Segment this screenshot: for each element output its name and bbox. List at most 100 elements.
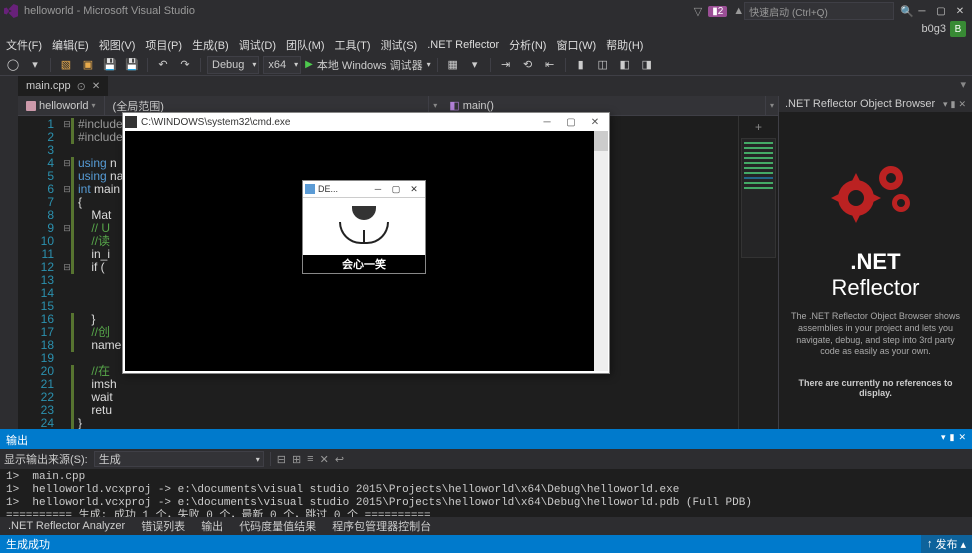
tool-icon-6[interactable]: ◨: [638, 56, 656, 74]
title-bar: helloworld - Microsoft Visual Studio ▽ ▮…: [0, 0, 972, 22]
menu-build[interactable]: 生成(B): [192, 37, 229, 53]
menu-test[interactable]: 测试(S): [381, 37, 418, 53]
tab-pin-icon[interactable]: ⊙: [77, 80, 86, 93]
undo-icon[interactable]: ↶: [154, 56, 172, 74]
panel-dropdown-icon[interactable]: ▾: [943, 99, 948, 110]
image-titlebar[interactable]: DE... ─ ▢ ✕: [303, 181, 425, 197]
menu-tools[interactable]: 工具(T): [335, 37, 371, 53]
cmd-titlebar[interactable]: C:\WINDOWS\system32\cmd.exe ─ ▢ ✕: [123, 113, 609, 131]
reflector-logo: [801, 143, 951, 243]
tab-main-cpp[interactable]: main.cpp ⊙ ✕: [18, 76, 108, 96]
reflector-brand: .NETReflector: [831, 249, 919, 301]
vs-icon: [4, 4, 18, 18]
panel-title: .NET Reflector Object Browser: [785, 98, 935, 110]
status-text: 生成成功: [6, 536, 50, 552]
output-tool-icon[interactable]: ⊟: [277, 453, 286, 466]
minimap[interactable]: +: [738, 116, 778, 429]
tab-dropdown-icon[interactable]: ▾: [954, 76, 972, 96]
step-icon-3[interactable]: ⇤: [541, 56, 559, 74]
menu-help[interactable]: 帮助(H): [606, 37, 643, 53]
image-title: DE...: [318, 184, 338, 194]
image-window[interactable]: DE... ─ ▢ ✕ 会心一笑: [302, 180, 426, 274]
save-icon[interactable]: 💾: [101, 56, 119, 74]
bottom-tabstrip: .NET Reflector Analyzer 错误列表 输出 代码度量值结果 …: [0, 517, 972, 535]
image-close-button[interactable]: ✕: [405, 184, 423, 195]
user-name[interactable]: b0g3: [922, 23, 946, 35]
publish-button[interactable]: ↑ 发布 ▴: [921, 535, 972, 553]
add-icon[interactable]: +: [741, 120, 776, 134]
step-icon[interactable]: ⇥: [497, 56, 515, 74]
tab-close-icon[interactable]: ✕: [92, 81, 100, 92]
flag-icon[interactable]: ▲: [733, 5, 744, 17]
step-icon-2[interactable]: ⟲: [519, 56, 537, 74]
reflector-noref: There are currently no references to dis…: [789, 378, 962, 398]
tab-error-list[interactable]: 错误列表: [133, 518, 193, 534]
tool-icon-2[interactable]: ▾: [466, 56, 484, 74]
panel-close-icon[interactable]: ✕: [958, 99, 966, 110]
output-clear-icon[interactable]: ✕: [320, 453, 329, 466]
redo-icon[interactable]: ↷: [176, 56, 194, 74]
start-debug-button[interactable]: ▶本地 Windows 调试器▾: [305, 57, 430, 73]
search-icon[interactable]: 🔍: [900, 5, 914, 18]
cmd-icon: [125, 116, 137, 128]
menu-view[interactable]: 视图(V): [99, 37, 136, 53]
save-all-icon[interactable]: 💾: [123, 56, 141, 74]
output-title: 输出: [6, 432, 28, 448]
menu-window[interactable]: 窗口(W): [556, 37, 596, 53]
bookmark-icon[interactable]: ▮: [572, 56, 590, 74]
reflector-desc: The .NET Reflector Object Browser shows …: [789, 311, 962, 358]
minimize-button[interactable]: ─: [914, 6, 930, 17]
output-close-icon[interactable]: ✕: [958, 432, 966, 448]
output-tool-icon-3[interactable]: ≡: [307, 453, 313, 465]
feedback-icon[interactable]: ▽: [694, 5, 702, 18]
menu-team[interactable]: 团队(M): [286, 37, 325, 53]
nav-back-icon[interactable]: ◯: [4, 56, 22, 74]
menu-edit[interactable]: 编辑(E): [52, 37, 89, 53]
window-title: helloworld - Microsoft Visual Studio: [24, 5, 195, 17]
nav-fwd-icon[interactable]: ▾: [26, 56, 44, 74]
menu-debug[interactable]: 调试(D): [239, 37, 276, 53]
output-panel: 输出 ▾ ▮ ✕ 显示输出来源(S): 生成 ⊟ ⊞ ≡ ✕ ↩ 1> main…: [0, 429, 972, 517]
nav-project[interactable]: helloworld▾: [18, 96, 105, 115]
tool-icon-1[interactable]: ▦: [444, 56, 462, 74]
maximize-button[interactable]: ▢: [933, 6, 949, 17]
close-button[interactable]: ✕: [952, 6, 968, 17]
new-file-icon[interactable]: ▧: [57, 56, 75, 74]
menu-bar: 文件(F) 编辑(E) 视图(V) 项目(P) 生成(B) 调试(D) 团队(M…: [0, 36, 972, 54]
open-file-icon[interactable]: ▣: [79, 56, 97, 74]
reflector-panel: .NET Reflector Object Browser ▾ ▮ ✕ .NET…: [778, 96, 972, 429]
tab-output[interactable]: 输出: [193, 518, 231, 534]
output-pin-icon[interactable]: ▮: [950, 432, 955, 448]
cmd-scrollbar[interactable]: [594, 131, 608, 371]
output-dropdown-icon[interactable]: ▾: [941, 432, 946, 448]
tool-icon-4[interactable]: ◫: [594, 56, 612, 74]
output-tool-icon-2[interactable]: ⊞: [292, 453, 301, 466]
tab-code-metrics[interactable]: 代码度量值结果: [231, 518, 324, 534]
image-minimize-button[interactable]: ─: [369, 184, 387, 194]
toolbar: ◯ ▾ ▧ ▣ 💾 💾 ↶ ↷ Debug x64 ▶本地 Windows 调试…: [0, 54, 972, 76]
avatar[interactable]: B: [950, 21, 966, 37]
panel-pin-icon[interactable]: ▮: [951, 99, 956, 110]
menu-file[interactable]: 文件(F): [6, 37, 42, 53]
cmd-maximize-button[interactable]: ▢: [559, 117, 583, 128]
output-source-combo[interactable]: 生成: [94, 451, 264, 467]
tab-label: main.cpp: [26, 80, 71, 92]
cmd-minimize-button[interactable]: ─: [535, 117, 559, 128]
quick-launch-input[interactable]: 快速启动 (Ctrl+Q): [744, 2, 894, 20]
image-maximize-button[interactable]: ▢: [387, 184, 405, 195]
menu-project[interactable]: 项目(P): [145, 37, 182, 53]
menu-reflector[interactable]: .NET Reflector: [427, 39, 499, 51]
left-toolstrip[interactable]: [0, 96, 18, 429]
output-text[interactable]: 1> main.cpp 1> helloworld.vcxproj -> e:\…: [0, 469, 972, 517]
platform-combo[interactable]: x64: [263, 56, 301, 74]
config-combo[interactable]: Debug: [207, 56, 259, 74]
menu-analyze[interactable]: 分析(N): [509, 37, 546, 53]
image-caption: 会心一笑: [303, 255, 425, 273]
tab-package-manager[interactable]: 程序包管理器控制台: [324, 518, 439, 534]
tab-reflector-analyzer[interactable]: .NET Reflector Analyzer: [0, 520, 133, 532]
output-wrap-icon[interactable]: ↩: [335, 453, 344, 466]
cmd-close-button[interactable]: ✕: [583, 117, 607, 128]
cmd-title: C:\WINDOWS\system32\cmd.exe: [141, 117, 290, 128]
notification-badge[interactable]: ▮ 2: [708, 6, 727, 17]
tool-icon-5[interactable]: ◧: [616, 56, 634, 74]
